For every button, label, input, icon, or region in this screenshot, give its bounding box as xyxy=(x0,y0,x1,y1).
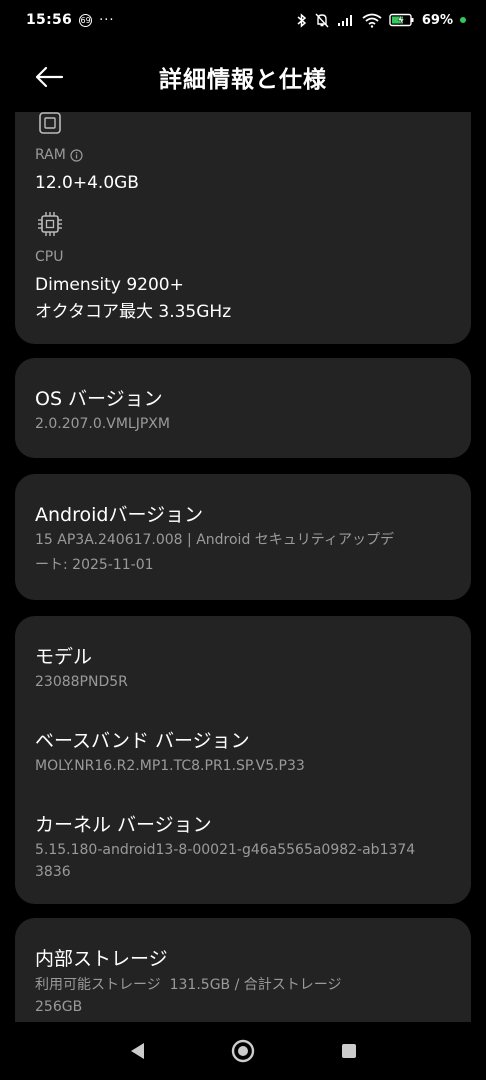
mute-bell-icon xyxy=(314,13,330,28)
content-scroll-area[interactable]: RAM 12.0+4.0GB CPU Dimensity 9200+ オクタコア… xyxy=(0,112,486,1022)
status-bar-left: 15:56 69 ··· xyxy=(26,12,114,28)
status-bar: 15:56 69 ··· 69% xyxy=(0,0,486,40)
cpu-label: CPU xyxy=(35,249,64,265)
os-version-title: OS バージョン xyxy=(35,388,163,410)
kernel-title: カーネル バージョン xyxy=(35,814,212,836)
page-title: 詳細情報と仕様 xyxy=(159,67,327,93)
kernel-value-line1: 5.15.180-android13-8-00021-g46a5565a0982… xyxy=(35,842,416,858)
app-bar: 詳細情報と仕様 xyxy=(0,40,486,112)
status-bar-right: 69% xyxy=(297,13,466,28)
notification-badge-icon: 69 xyxy=(79,13,93,27)
android-version-value-line1: 15 AP3A.240617.008 | Android セキュリティアップデ xyxy=(35,532,394,548)
os-version-value: 2.0.207.0.VMLJPXM xyxy=(35,416,170,432)
navigation-bar xyxy=(0,1022,486,1080)
battery-charging-icon xyxy=(389,13,415,27)
storage-value-line2: 256GB xyxy=(35,999,83,1015)
baseband-item[interactable]: ベースバンド バージョン MOLY.NR16.R2.MP1.TC8.PR1.SP… xyxy=(15,701,471,785)
ram-label: RAM xyxy=(35,147,66,163)
signal-strength-icon xyxy=(337,14,355,27)
model-item[interactable]: モデル 23088PND5R xyxy=(15,616,471,701)
android-version-title: Androidバージョン xyxy=(35,504,204,526)
nav-recents-button[interactable] xyxy=(335,1037,363,1065)
square-recents-icon xyxy=(342,1044,356,1058)
cpu-value-line1: Dimensity 9200+ xyxy=(35,275,184,295)
status-time: 15:56 xyxy=(26,12,73,28)
storage-value-line1: 利用可能ストレージ 131.5GB / 合計ストレージ xyxy=(35,977,342,993)
ram-value: 12.0+4.0GB xyxy=(35,173,139,193)
nav-home-button[interactable] xyxy=(229,1037,257,1065)
privacy-indicator-dot xyxy=(460,17,466,23)
kernel-item[interactable]: カーネル バージョン 5.15.180-android13-8-00021-g4… xyxy=(15,785,471,904)
bluetooth-icon xyxy=(297,12,307,28)
circle-home-icon xyxy=(231,1039,255,1063)
nav-back-button[interactable] xyxy=(123,1037,151,1065)
baseband-title: ベースバンド バージョン xyxy=(35,730,250,752)
info-circle-icon[interactable] xyxy=(70,148,83,162)
battery-percent: 69% xyxy=(421,12,453,28)
ram-label-row: RAM xyxy=(35,147,83,163)
android-version-card[interactable]: Androidバージョン 15 AP3A.240617.008 | Androi… xyxy=(15,474,471,600)
model-value: 23088PND5R xyxy=(35,674,128,690)
cpu-chip-icon xyxy=(36,210,64,242)
internal-storage-card[interactable]: 内部ストレージ 利用可能ストレージ 131.5GB / 合計ストレージ 256G… xyxy=(15,918,471,1022)
model-title: モデル xyxy=(35,646,93,668)
device-info-card: モデル 23088PND5R ベースバンド バージョン MOLY.NR16.R2… xyxy=(15,616,471,904)
hardware-card: RAM 12.0+4.0GB CPU Dimensity 9200+ オクタコア… xyxy=(15,112,471,344)
android-version-value-line2: ート: 2025-11-01 xyxy=(35,557,154,573)
baseband-value: MOLY.NR16.R2.MP1.TC8.PR1.SP.V5.P33 xyxy=(35,758,305,774)
more-notifications-icon: ··· xyxy=(99,12,115,28)
storage-title: 内部ストレージ xyxy=(35,948,168,970)
os-version-card[interactable]: OS バージョン 2.0.207.0.VMLJPXM xyxy=(15,358,471,458)
wifi-icon xyxy=(362,13,382,28)
triangle-back-icon xyxy=(131,1043,144,1059)
memory-chip-icon xyxy=(37,112,63,140)
cpu-value-line2: オクタコア最大 3.35GHz xyxy=(35,302,232,322)
kernel-value-line2: 3836 xyxy=(35,864,71,880)
